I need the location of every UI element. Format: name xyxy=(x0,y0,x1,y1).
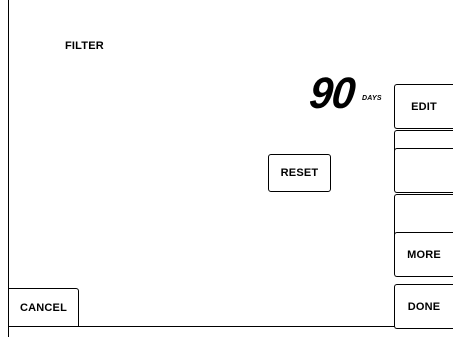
filter-days-value: 90 xyxy=(307,69,357,118)
screen-left-border xyxy=(8,0,9,337)
more-button[interactable]: MORE xyxy=(394,232,453,277)
cancel-button[interactable]: CANCEL xyxy=(8,288,79,327)
filter-days-unit: DAYS xyxy=(362,95,382,102)
reset-button[interactable]: RESET xyxy=(268,154,331,192)
edit-button[interactable]: EDIT xyxy=(394,84,453,129)
filter-days-display: 90 DAYS xyxy=(300,68,392,118)
done-button[interactable]: DONE xyxy=(394,284,453,329)
filter-screen: FILTER 90 DAYS RESET CANCEL EDIT MORE DO… xyxy=(0,0,453,337)
side-button-3[interactable] xyxy=(394,148,453,193)
page-title: FILTER xyxy=(65,40,104,52)
